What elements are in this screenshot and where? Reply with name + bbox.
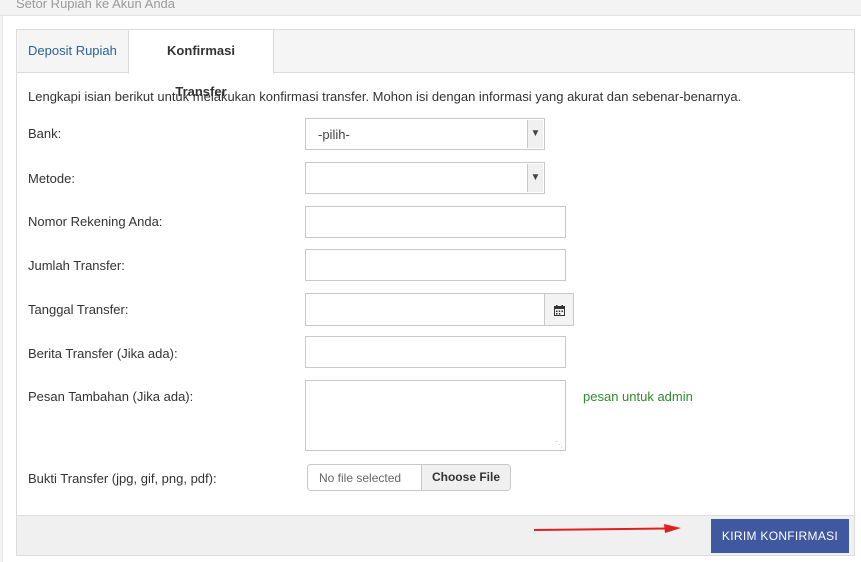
left-edge — [0, 16, 3, 562]
berita-transfer-input[interactable] — [305, 336, 566, 368]
resize-grip-icon[interactable]: ⋱ — [555, 441, 563, 449]
bank-select[interactable]: -pilih- ▼ — [305, 118, 545, 150]
calendar-button[interactable] — [544, 293, 574, 326]
tab-konfirmasi-transfer[interactable]: Konfirmasi Transfer — [128, 30, 274, 99]
page-header: Setor Rupiah ke Akun Anda — [0, 0, 861, 16]
choose-file-button[interactable]: Choose File — [421, 465, 510, 490]
bukti-transfer-file-input[interactable]: No file selected Choose File — [307, 464, 511, 491]
file-status: No file selected — [319, 471, 402, 485]
jumlah-transfer-input[interactable] — [305, 249, 566, 281]
jumlah-transfer-label: Jumlah Transfer: — [28, 258, 125, 273]
tanggal-transfer-label: Tanggal Transfer: — [28, 302, 129, 317]
nomor-rekening-input[interactable] — [305, 206, 566, 238]
berita-transfer-label: Berita Transfer (Jika ada): — [28, 346, 178, 361]
kirim-konfirmasi-button[interactable]: KIRIM KONFIRMASI — [711, 519, 849, 553]
nomor-rekening-label: Nomor Rekening Anda: — [28, 214, 163, 229]
metode-label: Metode: — [28, 171, 75, 186]
pesan-tambahan-textarea[interactable]: ⋱ — [305, 380, 566, 451]
bank-select-value: -pilih- — [318, 127, 350, 142]
tab-bar: Deposit Rupiah Konfirmasi Transfer — [17, 30, 854, 99]
confirmation-panel: Deposit Rupiah Konfirmasi Transfer Lengk… — [16, 29, 855, 556]
pesan-tambahan-label: Pesan Tambahan (Jika ada): — [28, 389, 194, 404]
page-title: Setor Rupiah ke Akun Anda — [16, 0, 176, 11]
form-intro-text: Lengkapi isian berikut untuk melakukan k… — [28, 89, 742, 104]
calendar-icon — [553, 305, 565, 316]
pesan-hint: pesan untuk admin — [583, 389, 693, 404]
metode-select[interactable]: ▼ — [305, 162, 545, 194]
tanggal-transfer-input[interactable] — [305, 293, 545, 326]
bukti-transfer-label: Bukti Transfer (jpg, gif, png, pdf): — [28, 471, 217, 486]
chevron-down-icon: ▼ — [527, 120, 543, 148]
bank-label: Bank: — [28, 126, 62, 141]
tab-deposit-rupiah[interactable]: Deposit Rupiah — [17, 30, 128, 73]
red-arrow-icon — [534, 524, 681, 533]
chevron-down-icon: ▼ — [527, 164, 543, 192]
